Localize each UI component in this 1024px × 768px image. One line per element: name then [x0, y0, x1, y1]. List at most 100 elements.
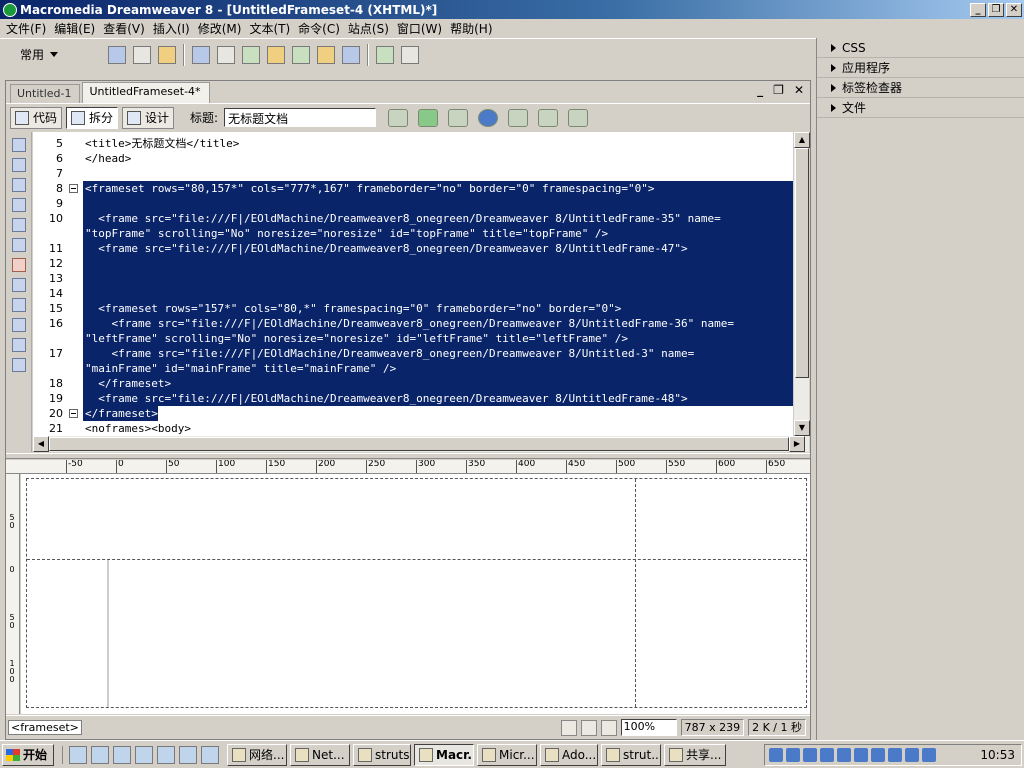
code-line[interactable]: "mainFrame" id="mainFrame" title="mainFr…	[83, 361, 793, 376]
collapse-tag-icon[interactable]	[12, 158, 26, 172]
menu-commands[interactable]: 命令(C)	[296, 20, 346, 37]
refresh-icon[interactable]	[508, 108, 529, 127]
code-line[interactable]	[83, 271, 793, 286]
wrap-tag-icon[interactable]	[12, 338, 26, 352]
preview-browser-icon[interactable]	[418, 108, 439, 127]
tag-chooser-icon[interactable]	[376, 45, 394, 64]
taskbar-task-button[interactable]: 网络...	[227, 743, 287, 766]
code-fold-toggle-icon[interactable]	[69, 184, 78, 193]
code-fold-toggle-icon[interactable]	[69, 409, 78, 418]
frame-border-horizontal[interactable]	[27, 559, 806, 560]
globe-icon[interactable]	[478, 108, 499, 127]
pointer-tool-icon[interactable]	[560, 719, 577, 736]
taskbar-task-button[interactable]: Ado...	[540, 743, 598, 766]
code-line[interactable]: "leftFrame" scrolling="No" noresize="nor…	[83, 331, 793, 346]
code-line[interactable]: </frameset>	[83, 406, 158, 421]
tray-icon[interactable]	[854, 748, 868, 762]
code-line[interactable]	[83, 256, 793, 271]
tab-untitled-1[interactable]: Untitled-1	[10, 84, 81, 103]
panel-tag-inspector[interactable]: 标签检查器	[817, 78, 1024, 98]
taskbar-task-button[interactable]: Micr...	[477, 743, 537, 766]
code-line[interactable]	[83, 286, 793, 301]
comment-icon[interactable]	[317, 45, 335, 64]
explorer-icon[interactable]	[91, 745, 109, 764]
doc-title-input[interactable]: 无标题文档	[224, 108, 377, 127]
insert-category-select[interactable]: 常用	[20, 46, 66, 63]
zoom-select[interactable]: 100%	[620, 719, 677, 736]
tag-selector[interactable]: <frameset>	[8, 720, 82, 735]
panel-application[interactable]: 应用程序	[817, 58, 1024, 78]
menu-window[interactable]: 窗口(W)	[395, 20, 448, 37]
menu-modify[interactable]: 修改(M)	[196, 20, 248, 37]
code-line[interactable]	[83, 166, 85, 181]
taskbar-task-button[interactable]: struts	[353, 743, 411, 766]
code-line[interactable]: <frame src="file:///F|/EOldMachine/Dream…	[83, 241, 793, 256]
code-line[interactable]: <frame src="file:///F|/EOldMachine/Dream…	[83, 316, 793, 331]
visual-aids-icon[interactable]	[568, 108, 589, 127]
balance-braces-icon[interactable]	[12, 238, 26, 252]
window-size[interactable]: 787 x 239	[680, 719, 745, 736]
tray-icon[interactable]	[871, 748, 885, 762]
doc-minimize-button[interactable]: _	[757, 83, 763, 97]
view-options-icon[interactable]	[538, 108, 559, 127]
start-button[interactable]: 开始	[2, 743, 54, 766]
hyperlink-icon[interactable]	[108, 45, 126, 64]
email-link-icon[interactable]	[133, 45, 151, 64]
design-view[interactable]	[21, 474, 810, 714]
restore-button[interactable]: ❐	[988, 2, 1004, 17]
menu-insert[interactable]: 插入(I)	[151, 20, 196, 37]
scroll-thumb[interactable]	[49, 437, 789, 451]
internet-explorer-icon[interactable]	[69, 745, 87, 764]
tab-untitled-frameset-4[interactable]: UntitledFrameset-4*	[82, 82, 210, 103]
notepad-icon[interactable]	[201, 745, 219, 764]
code-line[interactable]: <frameset rows="80,157*" cols="777*,167"…	[83, 181, 793, 196]
tray-icon[interactable]	[837, 748, 851, 762]
command-prompt-icon[interactable]	[135, 745, 153, 764]
code-line[interactable]: <noframes><body>	[83, 421, 191, 436]
taskbar-task-button[interactable]: strut...	[601, 743, 661, 766]
menu-help[interactable]: 帮助(H)	[448, 20, 498, 37]
menu-text[interactable]: 文本(T)	[247, 20, 296, 37]
line-numbers-icon[interactable]	[12, 258, 26, 272]
image-icon[interactable]	[242, 45, 260, 64]
code-editor[interactable]: <title>无标题文档</title> </head> <frameset row…	[83, 132, 793, 436]
help-icon[interactable]	[401, 45, 419, 64]
code-line[interactable]: <frame src="file:///F|/EOldMachine/Dream…	[83, 211, 793, 226]
tray-icon[interactable]	[786, 748, 800, 762]
code-line[interactable]	[83, 196, 793, 211]
code-line[interactable]: "topFrame" scrolling="No" noresize="nore…	[83, 226, 793, 241]
code-line[interactable]: <frameset rows="157*" cols="80,*" frames…	[83, 301, 793, 316]
panel-css[interactable]: CSS	[817, 38, 1024, 58]
apply-comment-icon[interactable]	[12, 298, 26, 312]
scroll-right-button[interactable]: ▶	[789, 436, 805, 452]
split-divider[interactable]	[6, 453, 810, 459]
date-icon[interactable]	[292, 45, 310, 64]
zoom-tool-icon[interactable]	[600, 719, 617, 736]
doc-close-button[interactable]: ✕	[794, 83, 804, 97]
frameset-outline[interactable]	[26, 478, 807, 708]
remove-comment-icon[interactable]	[12, 318, 26, 332]
table-icon[interactable]	[192, 45, 210, 64]
app-icon[interactable]	[157, 745, 175, 764]
scroll-thumb[interactable]	[795, 148, 809, 378]
split-view-button[interactable]: 拆分	[66, 106, 119, 129]
code-view-button[interactable]: 代码	[10, 106, 63, 129]
media-icon[interactable]	[267, 45, 285, 64]
network-icon[interactable]	[820, 748, 834, 762]
volume-icon[interactable]	[803, 748, 817, 762]
code-vertical-scrollbar[interactable]: ▲ ▼	[793, 132, 810, 436]
layer-icon[interactable]	[217, 45, 235, 64]
code-line[interactable]: </frameset>	[83, 376, 793, 391]
file-management-icon[interactable]	[448, 108, 469, 127]
close-button[interactable]: ✕	[1006, 2, 1022, 17]
scroll-down-button[interactable]: ▼	[794, 420, 810, 436]
select-parent-tag-icon[interactable]	[12, 218, 26, 232]
doc-restore-button[interactable]: ❐	[773, 83, 784, 97]
taskbar-task-button[interactable]: Macr...	[414, 743, 474, 766]
collapse-selection-icon[interactable]	[12, 178, 26, 192]
code-horizontal-scrollbar[interactable]: ◀ ▶	[33, 436, 809, 452]
template-icon[interactable]	[342, 45, 360, 64]
design-view-button[interactable]: 设计	[122, 106, 175, 129]
scroll-up-button[interactable]: ▲	[794, 132, 810, 148]
more-tools-icon[interactable]	[12, 358, 26, 372]
